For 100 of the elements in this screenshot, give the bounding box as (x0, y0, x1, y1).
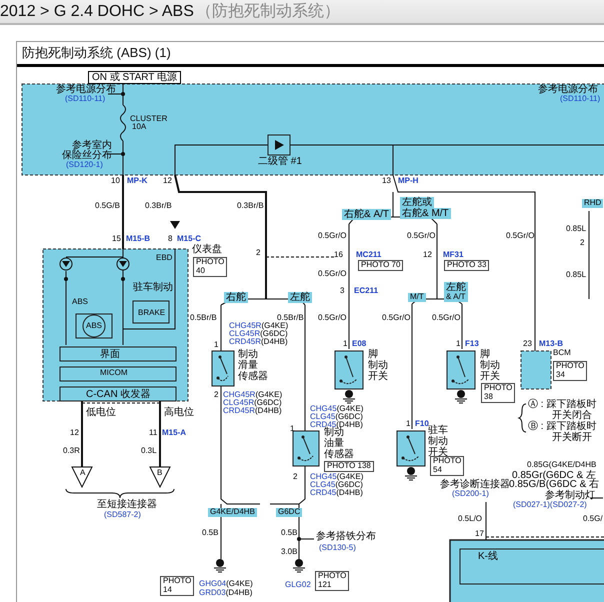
part-code: CLG45R(G6DC) (229, 330, 288, 338)
part-code: GHG04(G4KE) (199, 580, 253, 589)
brake-warning-icon (132, 300, 170, 324)
diagram-label: 开关闭合 (552, 410, 592, 421)
pin-number: 3 (340, 287, 344, 296)
diagram-label: 参考搭铁分布 (316, 531, 376, 542)
variant-tag: 右舵& A/T (342, 209, 392, 220)
diagram-label: 高电位 (164, 407, 194, 418)
diagram-label: 滑量 (238, 360, 258, 371)
diagram-label: B (157, 469, 162, 478)
wire-spec: 0.5Gr/O (432, 314, 460, 323)
pin-number: 2 (580, 239, 584, 248)
pin-number: 11 (149, 429, 158, 438)
abs-warning-icon (76, 314, 112, 338)
connector-code: F10 (415, 420, 429, 428)
diagram-label: ABS (72, 298, 88, 307)
diagram-label: 保险丝分布 (62, 150, 112, 161)
diagram-label: 低电位 (86, 407, 116, 418)
diagram-label: 制动 (324, 427, 344, 438)
diagram-label: 制动 (480, 360, 500, 371)
photo-reference: PHOTO 34 (553, 361, 588, 381)
power-source-label: ON 或 START 电源 (88, 71, 182, 84)
part-code: CHG45R(G4KE) (223, 391, 282, 399)
wire-spec: 0.5Br/B (190, 314, 217, 323)
breadcrumb-path[interactable]: 2012 > G 2.4 DOHC > ABS (0, 2, 194, 20)
pin-number: 17 (475, 530, 484, 539)
reference-link[interactable]: (SD110-11) (560, 95, 600, 104)
wire-spec: 0.85G/B(G6DC & 右 (509, 479, 600, 490)
diagram-label: 开关 (428, 447, 448, 458)
wire-spec: 0.85L (566, 271, 586, 280)
diagram-label: 二级管 #1 (258, 156, 302, 167)
diagram-label: 10A (132, 123, 146, 132)
variant-tag: 右舵& M/T (400, 208, 451, 219)
diagram-label: MICOM (100, 369, 128, 378)
connector-code: MP-H (398, 177, 418, 186)
part-code: CLG45(G6DC) (310, 413, 363, 421)
pin-number: 12 (70, 429, 79, 438)
variant-tag: M/T (408, 293, 426, 302)
connector-code: M15-B (126, 235, 150, 244)
reference-link[interactable]: (SD027-1)(SD027-2) (513, 501, 587, 510)
part-code: CHG45(G4KE) (310, 473, 364, 481)
bcm-module-background (520, 350, 552, 390)
diagram-label: BCM (553, 349, 571, 358)
pin-number: 2 (293, 473, 298, 482)
wire-spec: 0.3Br/B (145, 202, 172, 211)
variant-tag: 左舵 (444, 282, 468, 293)
part-code: CRD45R(D4HB) (223, 407, 282, 416)
diagram-label: CLUSTER (130, 115, 168, 123)
connector-code: M13-B (539, 340, 564, 349)
brace-drawing (518, 404, 526, 432)
wire-spec: 0.5Gr/O (318, 314, 346, 323)
diagram-label: A (80, 469, 86, 478)
variant-tag: G6DC (276, 508, 302, 517)
pin-number: 12 (163, 177, 172, 186)
connector-code: E08 (352, 340, 366, 349)
wire-spec: 0.85L (566, 225, 586, 234)
reference-link[interactable]: (SD130-5) (319, 544, 356, 553)
reference-link[interactable]: (SD110-11) (65, 95, 106, 104)
reference-link[interactable]: (SD120-1) (66, 161, 103, 170)
photo-reference: PHOTO 14 (160, 576, 194, 596)
part-code: CRD45(D4HB) (310, 489, 363, 498)
pin-number: 2 (256, 249, 260, 258)
diagram-label: 油量 (324, 438, 344, 449)
diagram-label: Ⓐ : 踩下踏板时 (528, 399, 596, 410)
diagram-label: 驻车 (428, 425, 448, 436)
part-code: CRD45(D4HB) (310, 421, 363, 429)
diagram-label: 传感器 (238, 371, 268, 382)
diagram-label: 制动 (238, 349, 258, 360)
sensor-drawing (292, 430, 320, 466)
variant-tag: 左舵 (288, 292, 312, 303)
photo-reference: PHOTO 38 (481, 383, 516, 403)
part-code: CHG45(G4KE) (310, 405, 364, 413)
connector-code: MF31 (443, 251, 464, 260)
reference-link[interactable]: (SD200-1) (452, 490, 489, 499)
wire-spec: 0.5Gr/O (318, 270, 346, 279)
wire-spec: 0.5Gr/O (318, 232, 346, 241)
diagram-label: 开关 (480, 371, 500, 382)
pin-number: 23 (523, 340, 532, 349)
wire-spec: 0.5Gr/O (506, 232, 534, 241)
pin-number: 1 (343, 340, 348, 349)
diagram-label: 参考电源分布 (56, 84, 116, 95)
diagram-label: EBD (156, 254, 172, 263)
diagram-label: 参考诊断连接器 (440, 479, 510, 490)
wire-spec: 0.3Br/B (237, 202, 264, 211)
photo-reference: PHOTO 54 (430, 456, 464, 476)
part-code: GLG02 (285, 581, 311, 590)
wire-spec: 0.85G(G4KE/D4HB (527, 461, 596, 470)
reference-link[interactable]: (SD587-2) (104, 511, 141, 520)
wire-spec: 0.3L (141, 447, 157, 456)
diagram-label: 传感器 (324, 449, 354, 460)
diagram-label: BRAKE (138, 309, 166, 318)
photo-reference: PHOTO 70 (358, 260, 404, 271)
wire-spec: 0.5B (281, 529, 298, 538)
variant-tag: 左舵或 (400, 197, 434, 208)
diagram-label: 参考制动灯 (545, 490, 595, 501)
wire-spec: 3.0B (281, 548, 298, 557)
variant-tag: G4KE/D4HB (208, 508, 257, 517)
photo-reference: PHOTO 33 (444, 260, 490, 271)
pin-number: 16 (334, 251, 343, 260)
diagram-label: Ⓑ : 踩下踏板时 (528, 421, 596, 432)
